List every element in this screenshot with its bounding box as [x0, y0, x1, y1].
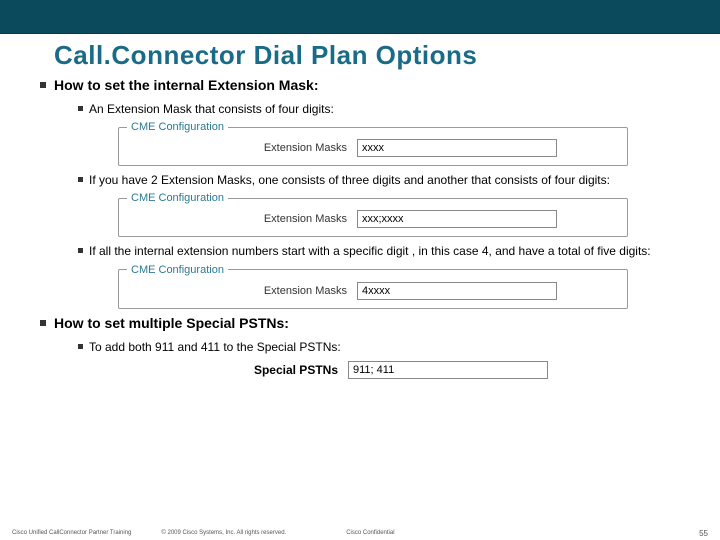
- page-title: Call.Connector Dial Plan Options: [40, 40, 680, 71]
- cme-fieldset: CME Configuration Extension Masks: [118, 121, 628, 166]
- footer-right: Cisco Confidential: [346, 530, 394, 536]
- slide-footer: Cisco Unified CallConnector Partner Trai…: [0, 530, 720, 536]
- title-bar: [0, 0, 720, 34]
- bullet-icon: [40, 320, 46, 326]
- section-special-pstn: How to set multiple Special PSTNs: To ad…: [40, 315, 680, 379]
- bullet-icon: [78, 106, 83, 111]
- sub-list: To add both 911 and 411 to the Special P…: [78, 339, 670, 379]
- section-heading-text: How to set the internal Extension Mask:: [54, 77, 319, 93]
- item-text: An Extension Mask that consists of four …: [89, 101, 334, 117]
- list-item: An Extension Mask that consists of four …: [78, 101, 670, 117]
- fieldset-legend: CME Configuration: [127, 121, 228, 133]
- cme-fieldset: CME Configuration Extension Masks: [118, 264, 628, 309]
- field-label: Extension Masks: [127, 285, 347, 297]
- section-heading: How to set multiple Special PSTNs:: [40, 315, 680, 331]
- config-figure: CME Configuration Extension Masks: [118, 121, 628, 166]
- bullet-icon: [78, 344, 83, 349]
- config-figure: CME Configuration Extension Masks: [118, 192, 628, 237]
- section-heading-text: How to set multiple Special PSTNs:: [54, 315, 289, 331]
- item-text: To add both 911 and 411 to the Special P…: [89, 339, 341, 355]
- footer-center: © 2009 Cisco Systems, Inc. All rights re…: [161, 530, 286, 536]
- extension-masks-input[interactable]: [357, 139, 557, 157]
- fieldset-legend: CME Configuration: [127, 264, 228, 276]
- page-number: 55: [699, 529, 708, 538]
- sub-list: An Extension Mask that consists of four …: [78, 101, 670, 309]
- item-text: If all the internal extension numbers st…: [89, 243, 651, 259]
- list-item: If all the internal extension numbers st…: [78, 243, 670, 259]
- cme-fieldset: CME Configuration Extension Masks: [118, 192, 628, 237]
- section-heading: How to set the internal Extension Mask:: [40, 77, 680, 93]
- fieldset-legend: CME Configuration: [127, 192, 228, 204]
- slide-content: Call.Connector Dial Plan Options How to …: [0, 34, 720, 379]
- section-extension-mask: How to set the internal Extension Mask: …: [40, 77, 680, 309]
- special-pstn-row: Special PSTNs: [158, 361, 670, 379]
- config-figure: CME Configuration Extension Masks: [118, 264, 628, 309]
- bullet-icon: [78, 248, 83, 253]
- bullet-icon: [40, 82, 46, 88]
- list-item: To add both 911 and 411 to the Special P…: [78, 339, 670, 355]
- list-item: If you have 2 Extension Masks, one consi…: [78, 172, 670, 188]
- extension-masks-input[interactable]: [357, 282, 557, 300]
- footer-left: Cisco Unified CallConnector Partner Trai…: [12, 530, 131, 536]
- bullet-icon: [78, 177, 83, 182]
- extension-masks-input[interactable]: [357, 210, 557, 228]
- field-label: Extension Masks: [127, 213, 347, 225]
- field-label: Special PSTNs: [158, 363, 338, 377]
- special-pstns-input[interactable]: [348, 361, 548, 379]
- field-label: Extension Masks: [127, 142, 347, 154]
- item-text: If you have 2 Extension Masks, one consi…: [89, 172, 610, 188]
